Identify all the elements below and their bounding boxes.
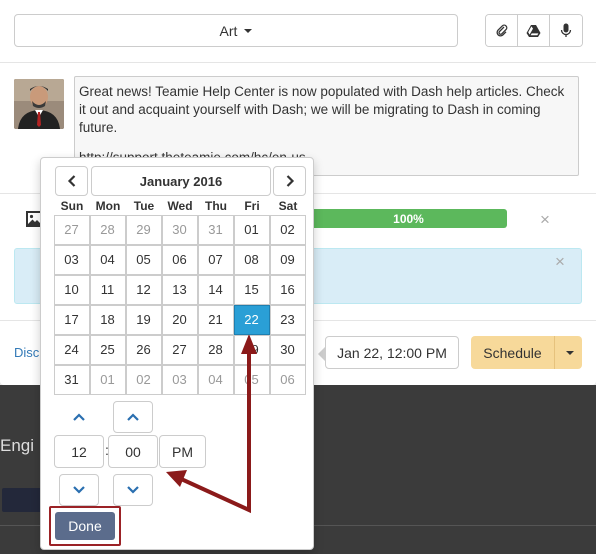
calendar-day[interactable]: 01: [89, 364, 126, 395]
attach-file-button[interactable]: [486, 15, 518, 46]
discard-link[interactable]: Disc: [14, 345, 39, 360]
date-input-notch: [318, 347, 325, 361]
decrement-hour-button[interactable]: [59, 474, 99, 506]
weekday-label: Sun: [60, 199, 84, 213]
calendar-day[interactable]: 28: [197, 334, 234, 365]
meridian-toggle[interactable]: PM: [159, 435, 206, 468]
weekday-label: Mon: [95, 199, 121, 213]
schedule-button-group: Schedule: [471, 336, 582, 369]
calendar-day[interactable]: 07: [197, 244, 234, 275]
message-text: Great news! Teamie Help Center is now po…: [79, 84, 565, 135]
calendar-day[interactable]: 12: [125, 274, 162, 305]
calendar-day[interactable]: 02: [269, 214, 306, 245]
chevron-up-icon: [127, 413, 139, 421]
calendar-day[interactable]: 30: [269, 334, 306, 365]
record-audio-button[interactable]: [550, 15, 582, 46]
weekday-label: Thu: [205, 199, 227, 213]
calendar-day[interactable]: 09: [269, 244, 306, 275]
microphone-icon: [560, 23, 572, 37]
google-drive-button[interactable]: [518, 15, 550, 46]
calendar-day[interactable]: 02: [125, 364, 162, 395]
header-divider: [0, 62, 596, 63]
calendar-day[interactable]: 05: [233, 364, 270, 395]
chevron-down-icon: [73, 486, 85, 494]
calendar-day[interactable]: 24: [53, 334, 90, 365]
calendar-day[interactable]: 25: [89, 334, 126, 365]
next-month-button[interactable]: [273, 166, 306, 196]
background-heading: Engi: [0, 436, 35, 455]
minute-input[interactable]: 00: [108, 435, 158, 468]
calendar-day[interactable]: 31: [53, 364, 90, 395]
calendar-day[interactable]: 06: [161, 244, 198, 275]
weekday-label: Wed: [167, 199, 193, 213]
calendar-day[interactable]: 14: [197, 274, 234, 305]
calendar-day[interactable]: 05: [125, 244, 162, 275]
calendar-day[interactable]: 19: [125, 304, 162, 335]
category-value: Art: [219, 22, 238, 39]
close-alert-icon[interactable]: ×: [555, 253, 565, 270]
remove-attachment-icon[interactable]: ×: [540, 211, 550, 228]
calendar-day[interactable]: 11: [89, 274, 126, 305]
previous-month-button[interactable]: [55, 166, 88, 196]
calendar-day[interactable]: 18: [89, 304, 126, 335]
caret-down-icon: [566, 350, 574, 355]
caret-down-icon: [244, 28, 253, 33]
attachment-toolbar: [485, 14, 583, 47]
weekday-label: Fri: [244, 199, 260, 213]
upload-progress-bar: 100%: [310, 209, 507, 228]
calendar-day[interactable]: 20: [161, 304, 198, 335]
category-dropdown[interactable]: Art: [14, 14, 458, 47]
google-drive-icon: [526, 24, 541, 37]
increment-minute-button[interactable]: [113, 401, 153, 433]
increment-hour-button[interactable]: [59, 401, 99, 433]
chevron-up-icon: [73, 413, 85, 421]
weekday-label: Sat: [278, 199, 298, 213]
calendar-day[interactable]: 29: [233, 334, 270, 365]
calendar-day[interactable]: 04: [197, 364, 234, 395]
calendar-grid: 27 28 29 30 31 01 02 03 04 05 06 07 08 09 10 11 12 13 14 15…: [53, 214, 306, 395]
schedule-datetime-input[interactable]: Jan 22, 12:00 PM: [325, 336, 459, 369]
done-button[interactable]: Done: [55, 512, 115, 540]
hour-input[interactable]: 12: [54, 435, 104, 468]
calendar-day[interactable]: 28: [89, 214, 126, 245]
chevron-left-icon: [67, 175, 75, 187]
schedule-dropdown-toggle[interactable]: [555, 336, 582, 369]
weekday-label: Tue: [133, 199, 155, 213]
calendar-day[interactable]: 27: [53, 214, 90, 245]
avatar: [14, 79, 64, 129]
calendar-day[interactable]: 27: [161, 334, 198, 365]
schedule-button[interactable]: Schedule: [471, 336, 555, 369]
calendar-day[interactable]: 21: [197, 304, 234, 335]
calendar-day[interactable]: 23: [269, 304, 306, 335]
calendar-day[interactable]: 03: [53, 244, 90, 275]
calendar-day[interactable]: 06: [269, 364, 306, 395]
calendar-day[interactable]: 13: [161, 274, 198, 305]
calendar-day[interactable]: 04: [89, 244, 126, 275]
calendar-day[interactable]: 22: [233, 304, 270, 335]
calendar-day[interactable]: 30: [161, 214, 198, 245]
calendar-day[interactable]: 29: [125, 214, 162, 245]
calendar-day[interactable]: 16: [269, 274, 306, 305]
upload-progress-label: 100%: [393, 211, 424, 226]
calendar-day[interactable]: 17: [53, 304, 90, 335]
calendar-day[interactable]: 10: [53, 274, 90, 305]
decrement-minute-button[interactable]: [113, 474, 153, 506]
datetime-picker: January 2016 Sun Mon Tue Wed Thu Fri Sat…: [40, 157, 314, 550]
chevron-right-icon: [286, 175, 294, 187]
calendar-day[interactable]: 08: [233, 244, 270, 275]
avatar-image: [14, 79, 64, 129]
calendar-day[interactable]: 03: [161, 364, 198, 395]
calendar-day[interactable]: 15: [233, 274, 270, 305]
calendar-day[interactable]: 01: [233, 214, 270, 245]
paperclip-icon: [496, 24, 507, 36]
month-title[interactable]: January 2016: [91, 166, 271, 196]
calendar-day[interactable]: 31: [197, 214, 234, 245]
chevron-down-icon: [127, 486, 139, 494]
calendar-day[interactable]: 26: [125, 334, 162, 365]
